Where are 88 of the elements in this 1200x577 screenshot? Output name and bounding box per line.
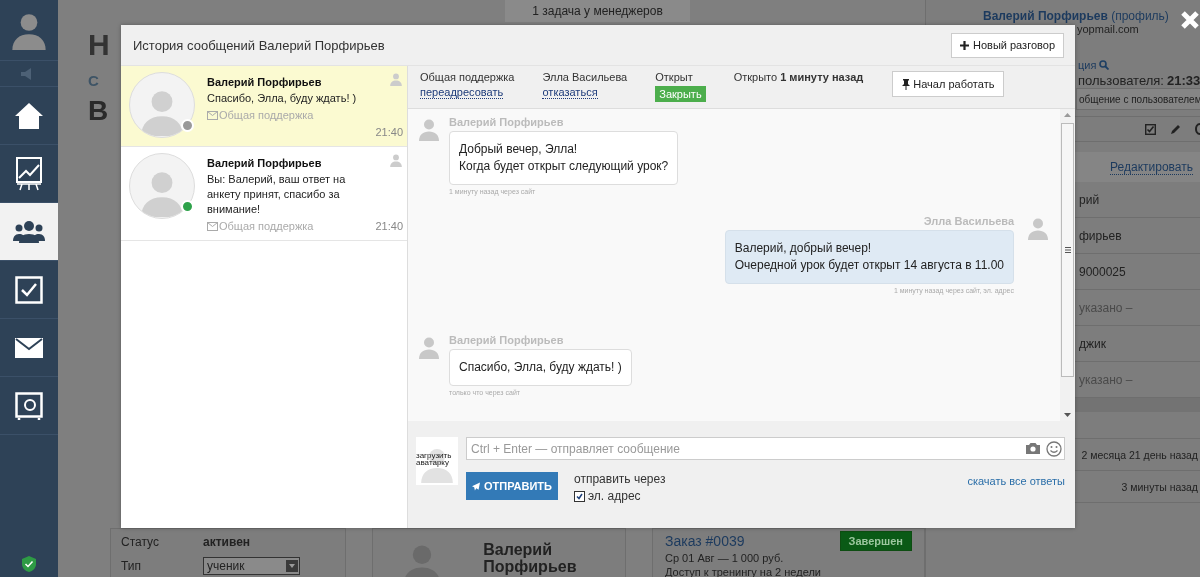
profile-field-value: рий xyxy=(1079,192,1100,207)
order-link[interactable]: Заказ #0039 xyxy=(664,533,745,549)
send-button[interactable]: ОТПРАВИТЬ xyxy=(466,472,558,500)
download-answers-link[interactable]: скачать все ответы xyxy=(967,475,1065,487)
edit-link[interactable]: Редактировать xyxy=(1110,159,1193,175)
order-status-badge: Завершен xyxy=(839,531,912,551)
home-icon xyxy=(14,100,44,131)
local-time-label: пользователя: xyxy=(1078,72,1164,88)
heading-fragment: В xyxy=(88,95,109,127)
shield-icon xyxy=(22,556,36,572)
task-banner[interactable]: 1 задача у менеджеров xyxy=(505,0,690,22)
channel-name: Общая поддержка xyxy=(420,71,515,83)
message-author: Валерий Порфирьев xyxy=(449,334,565,346)
contact-name: Валерий Порфирьев xyxy=(207,157,323,169)
scrollbar-thumb[interactable] xyxy=(1061,123,1074,377)
message-bubble: Добрый вечер, Элла! Когда будет открыт следующий урок? xyxy=(449,131,679,185)
activity-time: 2 месяца 21 день назад xyxy=(1081,448,1198,461)
people-icon xyxy=(13,218,45,245)
profile-field-value: 9000025 xyxy=(1079,264,1126,279)
envelope-icon xyxy=(207,221,218,231)
message-time: 21:40 xyxy=(375,126,403,138)
profile-field-value: джик xyxy=(1079,336,1106,351)
upload-avatar-caption: загрузить аватарку xyxy=(416,452,453,466)
grip-icon xyxy=(1064,247,1071,253)
session-label: ция xyxy=(1078,59,1097,71)
heading-fragment: Н xyxy=(88,28,110,62)
caret-icon xyxy=(286,560,298,572)
pencil-icon[interactable] xyxy=(1170,123,1181,135)
message-preview: Вы: Валерий, ваш ответ на анкету принят, спасибо за внимание! xyxy=(207,172,347,217)
safe-icon xyxy=(15,391,43,420)
checkbox-icon xyxy=(15,275,43,304)
forward-link[interactable]: переадресовать xyxy=(420,86,504,99)
start-work-button[interactable]: Начал работать xyxy=(892,71,1005,97)
order-summary: Ср 01 Авг — 1 000 руб. xyxy=(664,552,785,565)
envelope-icon xyxy=(207,110,218,120)
conversation-item[interactable]: Валерий Порфирьев Спасибо, Элла, буду ждать! ) Общая поддержка 21:40 xyxy=(121,66,407,147)
ticket-status: Открыт xyxy=(655,71,694,83)
camera-icon[interactable] xyxy=(1026,443,1040,454)
channel-name: Общая поддержка xyxy=(219,220,314,232)
mail-icon xyxy=(15,337,43,358)
profile-email: yopmail.com xyxy=(1077,23,1140,35)
profile-name[interactable]: Валерий Порфирьев xyxy=(983,9,1108,23)
opened-time: Открыто 1 минуту назад xyxy=(733,71,864,83)
person-icon xyxy=(389,153,403,167)
new-conversation-button[interactable]: Новый разговор xyxy=(951,32,1064,58)
heading-fragment: С xyxy=(88,72,99,89)
channel-name: Общая поддержка xyxy=(219,109,314,121)
pin-icon xyxy=(902,78,911,90)
message-bubble: Спасибо, Элла, буду ждать! ) xyxy=(449,349,632,386)
chart-icon xyxy=(16,156,42,191)
message-bubble: Валерий, добрый вечер! Очередной урок будет открыт 14 августа в 11.00 xyxy=(724,230,1014,284)
manager-name: Элла Васильева xyxy=(542,71,628,83)
type-select[interactable]: ученик xyxy=(203,557,300,575)
search-icon[interactable] xyxy=(1099,60,1110,70)
send-via-label: отправить через xyxy=(574,472,666,486)
nav-item[interactable] xyxy=(0,203,58,261)
conversation-item[interactable]: Валерий Порфирьев Вы: Валерий, ваш ответ на анкету принят, спасибо за внимание! Общая поддержка 21:40 xyxy=(121,147,407,241)
profile-field-value: фирьев xyxy=(1079,228,1122,243)
person-name: Валерий Порфирьев xyxy=(483,541,578,575)
message-time: 21:40 xyxy=(375,220,403,232)
message-preview: Спасибо, Элла, буду ждать! ) xyxy=(207,91,358,106)
dialog-title: История сообщений Валерий Порфирьев xyxy=(133,37,385,53)
message-author: Валерий Порфирьев xyxy=(449,116,565,128)
channel-label: эл. адрес xyxy=(588,489,641,503)
smiley-icon[interactable] xyxy=(1046,440,1062,457)
scroll-up-icon[interactable] xyxy=(1064,113,1071,117)
message-input[interactable]: Ctrl + Enter — отправляет сообщение xyxy=(466,437,1065,460)
checkbox-icon[interactable] xyxy=(1145,123,1156,135)
field-value: активен xyxy=(203,535,251,549)
close-icon[interactable] xyxy=(1180,10,1200,30)
channel-checkbox[interactable] xyxy=(574,490,585,502)
local-time: 21:33 xyxy=(1166,72,1200,88)
decline-link[interactable]: отказаться xyxy=(542,86,598,99)
phone-icon[interactable] xyxy=(1195,123,1200,135)
message-user-button[interactable]: общение с пользователем xyxy=(1076,88,1200,110)
person-icon xyxy=(389,72,403,86)
scrollbar[interactable] xyxy=(1060,109,1075,421)
field-label: Статус xyxy=(121,535,160,549)
contact-name: Валерий Порфирьев xyxy=(207,76,323,88)
checkmark-icon xyxy=(576,492,583,500)
field-label: Тип xyxy=(121,559,142,573)
avatar-upload[interactable]: загрузить аватарку xyxy=(416,437,458,485)
close-ticket-button[interactable]: Закрыть xyxy=(655,86,706,102)
paper-plane-icon xyxy=(472,480,480,492)
activity-time: 3 минуты назад xyxy=(1121,480,1198,493)
profile-link[interactable]: (профиль) xyxy=(1111,9,1169,23)
plus-icon xyxy=(960,40,969,50)
message-author: Элла Васильева xyxy=(923,215,1014,227)
